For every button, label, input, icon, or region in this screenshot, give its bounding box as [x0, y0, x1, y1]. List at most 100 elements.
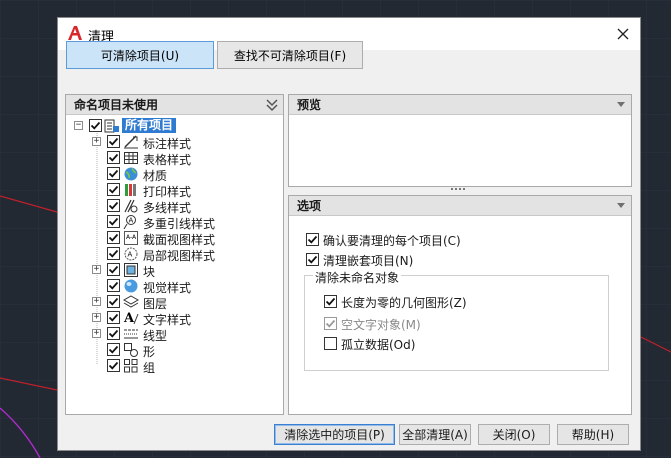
tree-item-label[interactable]: 标注样式: [143, 135, 191, 152]
tree-item-checkbox[interactable]: [107, 151, 120, 164]
all-items-icon: [104, 119, 119, 133]
zero-length-checkbox[interactable]: [324, 295, 337, 308]
tree-item-checkbox[interactable]: [107, 231, 120, 244]
preview-header[interactable]: 预览: [289, 95, 631, 115]
checkmark-icon: [90, 121, 101, 130]
tree-item-label[interactable]: 材质: [143, 167, 167, 184]
tree-item-checkbox[interactable]: [107, 359, 120, 372]
options-header[interactable]: 选项: [289, 196, 631, 216]
tree-item-label[interactable]: 表格样式: [143, 151, 191, 168]
tree-item-label[interactable]: 多线样式: [143, 199, 191, 216]
tree-root-checkbox[interactable]: [89, 119, 102, 132]
block-icon: [124, 263, 138, 277]
autocad-logo-icon: [68, 26, 82, 40]
tree-item-expander[interactable]: +: [92, 265, 101, 274]
tree-item-expander[interactable]: +: [92, 313, 101, 322]
unnamed-objects-group-title: 清除未命名对象: [313, 269, 402, 286]
checkmark-icon: [108, 217, 119, 226]
orphaned-data-checkbox[interactable]: [324, 337, 337, 350]
empty-text-label[interactable]: 空文字对象(M): [341, 316, 421, 333]
detail-view-style-icon: A: [124, 247, 138, 261]
checkmark-icon: [325, 319, 336, 328]
zero-length-label[interactable]: 长度为零的几何图形(Z): [341, 294, 467, 311]
confirm-each-label[interactable]: 确认要清理的每个项目(C): [323, 232, 461, 249]
checkmark-icon: [108, 137, 119, 146]
checkmark-icon: [108, 281, 119, 290]
group-icon: [124, 359, 138, 373]
checkmark-icon: [108, 153, 119, 162]
tab-nonpurgeable-items[interactable]: 查找不可清除项目(F): [217, 41, 363, 69]
tree-item-checkbox[interactable]: [107, 247, 120, 260]
named-items-header: 命名项目未使用: [66, 95, 283, 115]
tree-item-checkbox[interactable]: [107, 263, 120, 276]
tree-item-checkbox[interactable]: [107, 311, 120, 324]
tree-item-expander[interactable]: +: [92, 329, 101, 338]
named-items-header-label: 命名项目未使用: [74, 98, 159, 112]
close-button[interactable]: 关闭(O): [478, 424, 550, 445]
tree-item-checkbox[interactable]: [107, 215, 120, 228]
svg-text:A-A: A-A: [126, 234, 137, 241]
tree-item-checkbox[interactable]: [107, 295, 120, 308]
close-window-button[interactable]: [612, 23, 634, 45]
orphaned-data-label[interactable]: 孤立数据(Od): [341, 336, 415, 353]
purge-checked-button[interactable]: 清除选中的项目(P): [274, 424, 395, 445]
tree-item-checkbox[interactable]: [107, 279, 120, 292]
purge-nested-checkbox[interactable]: [306, 253, 319, 266]
splitter-grip-icon[interactable]: [451, 187, 467, 191]
plot-style-icon: [125, 184, 136, 196]
options-header-label: 选项: [297, 199, 322, 213]
checkmark-icon: [108, 345, 119, 354]
tree-item-checkbox[interactable]: [107, 135, 120, 148]
double-chevron-down-icon[interactable]: [265, 97, 279, 113]
collapse-arrow-icon: [617, 203, 625, 208]
table-style-icon: [124, 152, 138, 164]
tree-item-expander[interactable]: +: [92, 137, 101, 146]
tree-item-label[interactable]: 图层: [143, 295, 167, 312]
tree-item-label[interactable]: 多重引线样式: [143, 215, 215, 232]
visual-style-icon: [124, 279, 138, 293]
tree-item-label[interactable]: 截面视图样式: [143, 231, 215, 248]
tree-item-label[interactable]: 块: [143, 263, 155, 280]
tree-root-expander[interactable]: −: [74, 121, 83, 130]
tree-item-label[interactable]: 组: [143, 359, 155, 376]
tree-item-label[interactable]: 视觉样式: [143, 279, 191, 296]
checkmark-icon: [108, 185, 119, 194]
tree-item-label[interactable]: 形: [143, 343, 155, 360]
help-button[interactable]: 帮助(H): [557, 424, 629, 445]
checkmark-icon: [108, 169, 119, 178]
checkmark-icon: [108, 313, 119, 322]
multiline-style-icon: [124, 199, 138, 213]
tree-item-label[interactable]: 文字样式: [143, 311, 191, 328]
close-icon: [617, 28, 629, 40]
tree-item-label[interactable]: 打印样式: [143, 183, 191, 200]
tab-purgeable-items[interactable]: 可清除项目(U): [66, 41, 214, 69]
tree-item-checkbox[interactable]: [107, 183, 120, 196]
preview-panel: 预览: [288, 94, 632, 187]
tree-root-label[interactable]: 所有项目: [122, 118, 177, 133]
layer-icon: [123, 295, 139, 308]
checkmark-icon: [108, 249, 119, 258]
text-style-icon: A: [123, 311, 139, 326]
tree-item-checkbox[interactable]: [107, 327, 120, 340]
checkmark-icon: [108, 201, 119, 210]
tree-item-label[interactable]: 线型: [143, 327, 167, 344]
checkmark-icon: [307, 235, 318, 244]
svg-text:A: A: [123, 311, 135, 326]
purge-all-button[interactable]: 全部清理(A): [399, 424, 471, 445]
tree-item-label[interactable]: 局部视图样式: [143, 247, 215, 264]
tree-item-checkbox[interactable]: [107, 199, 120, 212]
checkmark-icon: [108, 297, 119, 306]
checkmark-icon: [108, 329, 119, 338]
checkmark-icon: [307, 255, 318, 264]
tree-item-checkbox[interactable]: [107, 167, 120, 180]
purge-nested-label[interactable]: 清理嵌套项目(N): [323, 252, 413, 269]
checkmark-icon: [108, 265, 119, 274]
tree-item-checkbox[interactable]: [107, 343, 120, 356]
preview-header-label: 预览: [297, 98, 322, 112]
empty-text-checkbox[interactable]: [324, 317, 337, 330]
tree-item-expander[interactable]: +: [92, 297, 101, 306]
dimension-style-icon: [124, 135, 138, 149]
collapse-arrow-icon: [617, 102, 625, 107]
material-globe-icon: [124, 167, 138, 181]
confirm-each-checkbox[interactable]: [306, 233, 319, 246]
